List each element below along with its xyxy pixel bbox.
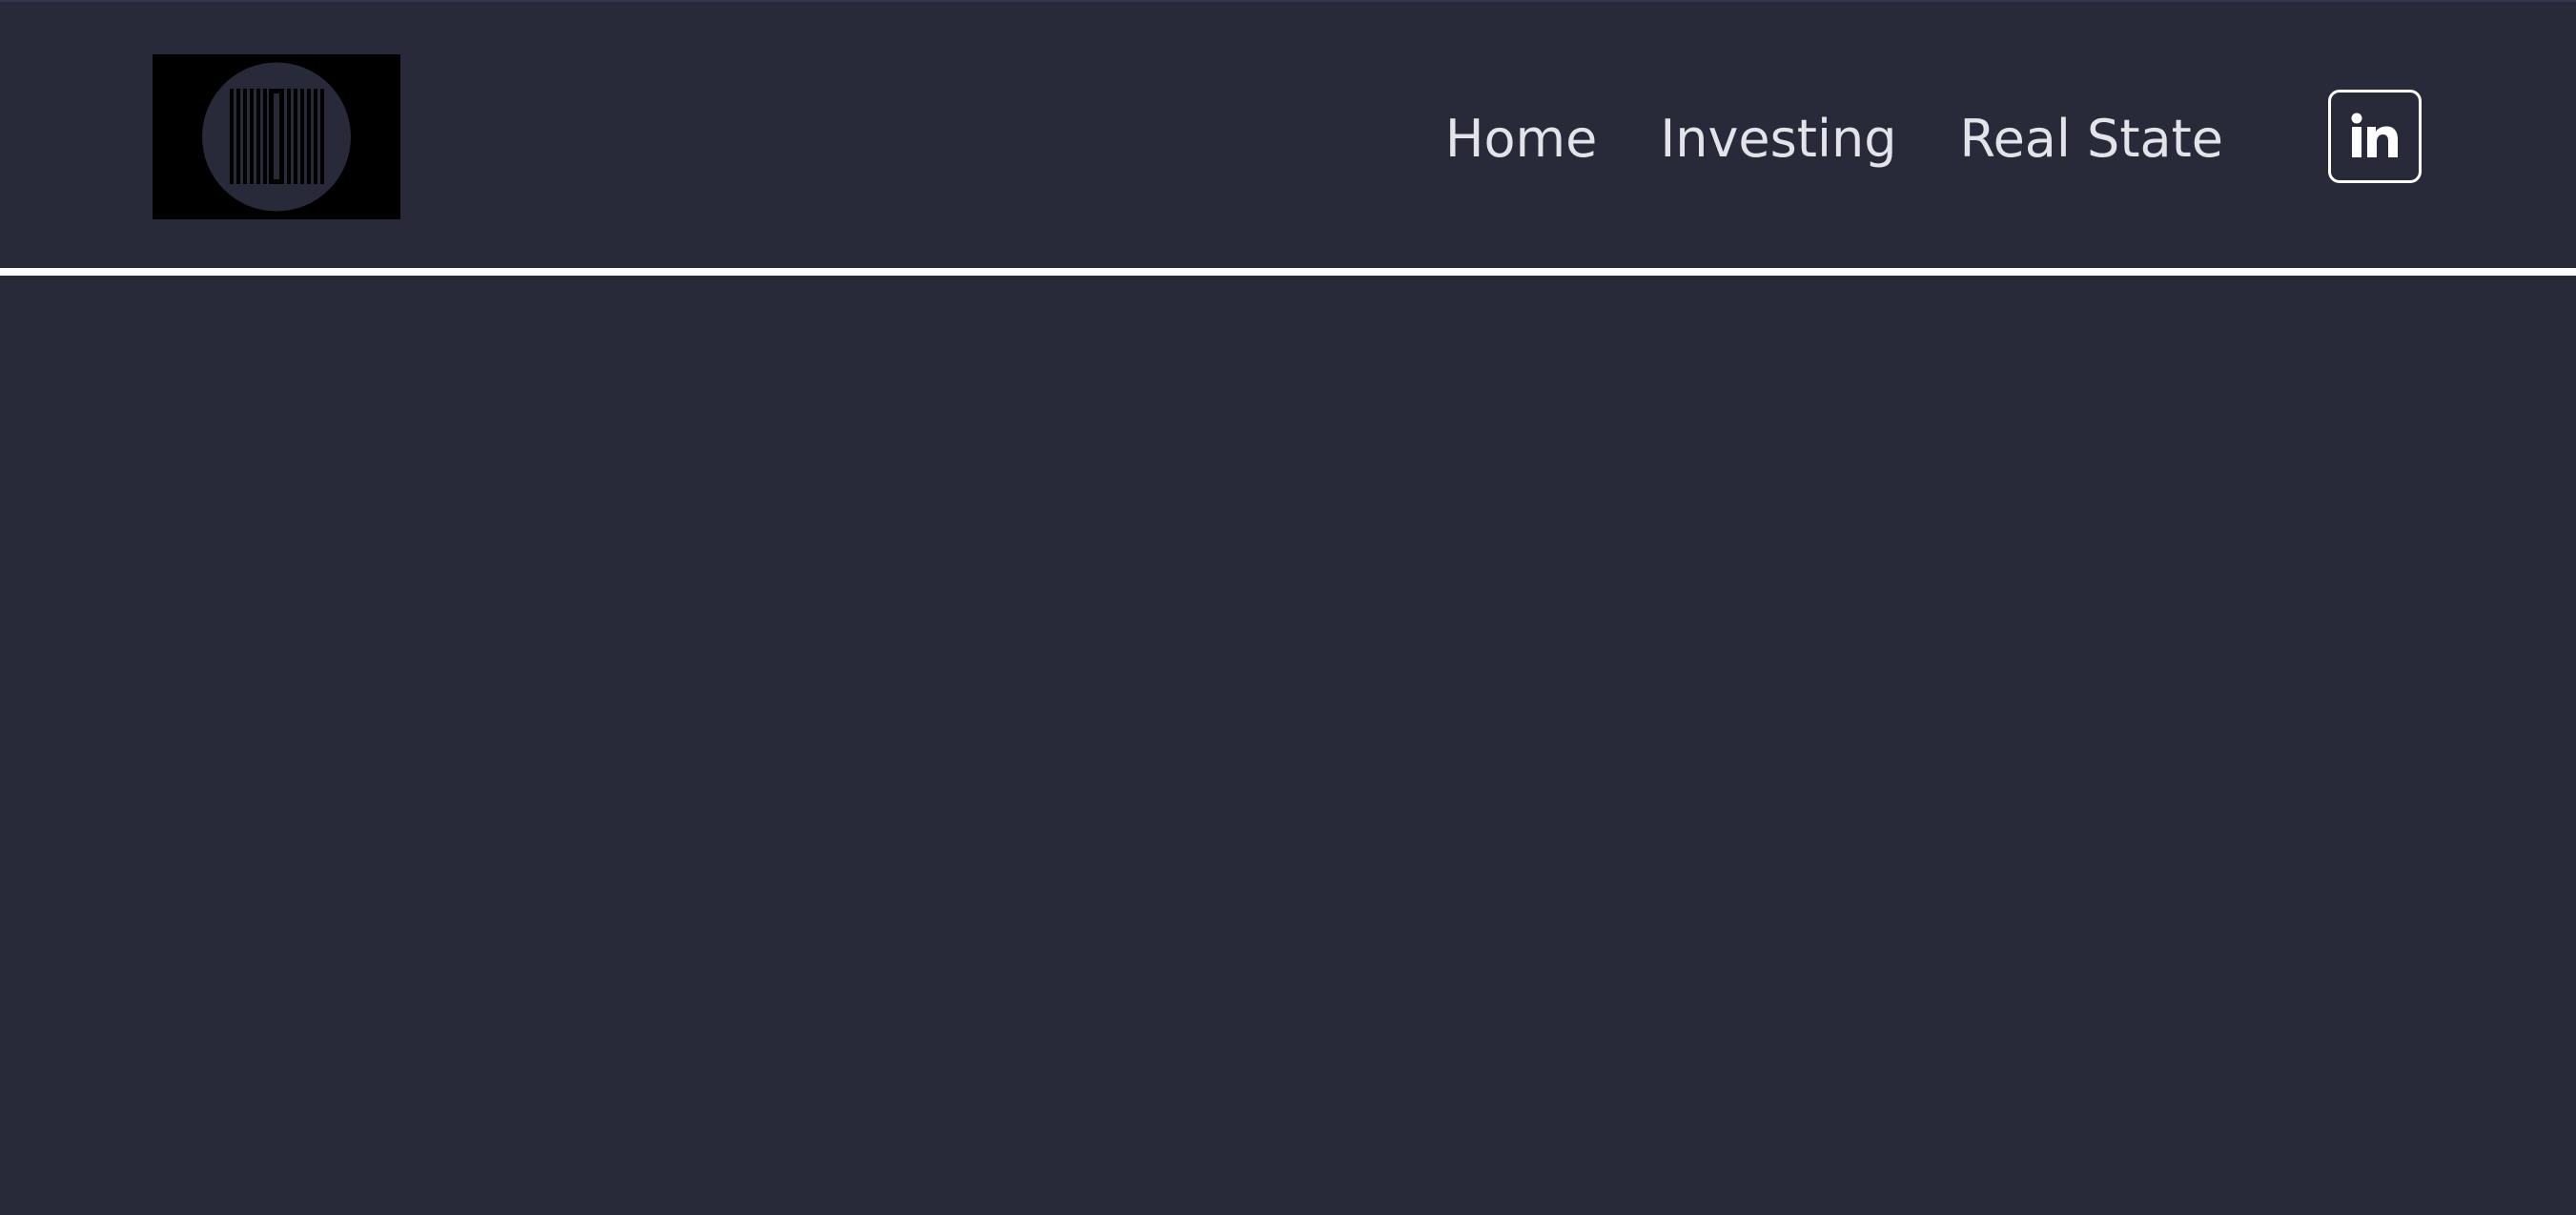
- linkedin-button[interactable]: [2328, 90, 2422, 183]
- navbar: Home Investing Real State: [0, 0, 2576, 268]
- nav-link-home[interactable]: Home: [1445, 113, 1597, 165]
- page: Home Investing Real State: [0, 0, 2576, 1215]
- nav-link-real-state[interactable]: Real State: [1959, 113, 2223, 165]
- logo-mark-icon: [153, 54, 400, 219]
- logo-link[interactable]: [153, 54, 400, 219]
- header-divider: [0, 268, 2576, 276]
- linkedin-icon: [2351, 113, 2398, 157]
- main-nav: Home Investing Real State: [1445, 93, 2223, 185]
- main-content: [0, 276, 2576, 1215]
- nav-link-investing[interactable]: Investing: [1660, 113, 1896, 165]
